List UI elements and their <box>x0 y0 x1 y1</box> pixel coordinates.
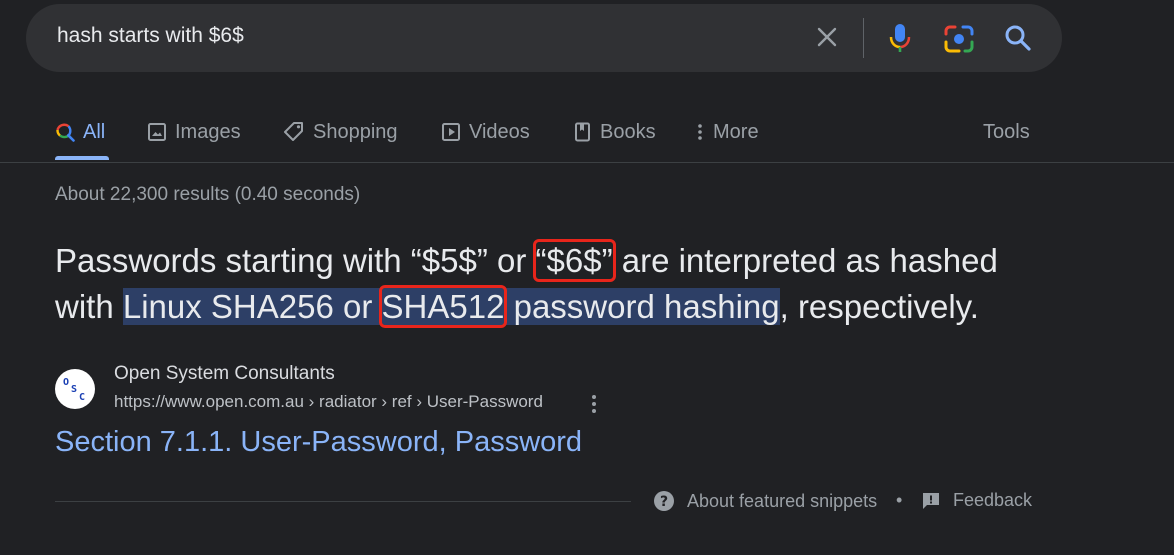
annotation-box-sha512: SHA512 <box>378 285 508 328</box>
snippet-footer-divider <box>55 501 631 502</box>
camera-lens-icon <box>944 25 974 53</box>
source-breadcrumb-url[interactable]: https://www.open.com.au › radiator › ref… <box>114 392 543 412</box>
svg-text:C: C <box>79 392 85 403</box>
play-icon <box>441 122 461 142</box>
osc-logo-icon: O S C <box>63 377 85 403</box>
feedback-icon <box>921 491 941 511</box>
clear-search-button[interactable] <box>812 22 842 52</box>
search-bar-divider <box>863 18 864 58</box>
search-bar[interactable]: hash starts with $6$ <box>26 4 1062 72</box>
tab-images[interactable]: Images <box>147 118 241 146</box>
book-icon <box>574 122 592 142</box>
site-favicon[interactable]: O S C <box>55 369 95 409</box>
vertical-dots-icon <box>592 395 596 413</box>
tab-label: Books <box>600 120 656 143</box>
tag-icon <box>283 121 305 143</box>
tab-label: All <box>83 120 106 143</box>
result-options-button[interactable] <box>586 393 602 415</box>
tab-more[interactable]: More <box>697 118 759 146</box>
voice-search-button[interactable] <box>884 20 916 56</box>
search-tabs: All Images Shopping Videos Books More To… <box>0 104 1174 162</box>
vertical-dots-icon <box>697 123 703 141</box>
svg-text:O: O <box>63 377 69 388</box>
tabs-divider <box>0 162 1174 163</box>
tab-label: Images <box>175 120 241 143</box>
snippet-highlight: Linux SHA256 or <box>122 288 382 325</box>
footer-separator: • <box>896 490 903 510</box>
tab-all[interactable]: All <box>55 118 105 146</box>
about-featured-snippets-label: About featured snippets <box>687 490 878 511</box>
snippet-highlight: password hashing <box>504 288 780 325</box>
source-site-name[interactable]: Open System Consultants <box>114 363 335 385</box>
search-icon <box>1005 25 1031 51</box>
svg-text:S: S <box>71 384 77 395</box>
google-color-search-icon <box>55 122 75 142</box>
feedback-label: Feedback <box>953 490 1033 510</box>
tab-label: Shopping <box>313 120 398 143</box>
tab-books[interactable]: Books <box>574 118 656 146</box>
active-tab-indicator <box>55 156 109 160</box>
tab-label: Videos <box>469 120 530 143</box>
close-icon <box>817 27 837 47</box>
result-title-link[interactable]: Section 7.1.1. User-Password, Password <box>55 426 582 459</box>
annotation-box-6: “$6$” <box>532 239 616 282</box>
tab-videos[interactable]: Videos <box>441 118 530 146</box>
feedback-link[interactable]: Feedback <box>921 490 1032 511</box>
tab-shopping[interactable]: Shopping <box>283 118 398 146</box>
search-button[interactable] <box>1002 22 1034 54</box>
image-icon <box>147 122 167 142</box>
result-stats: About 22,300 results (0.40 seconds) <box>55 184 361 205</box>
about-featured-snippets-link[interactable]: ? About featured snippets <box>653 490 877 512</box>
tools-button[interactable]: Tools <box>983 118 1030 146</box>
svg-text:?: ? <box>660 494 668 510</box>
snippet-text: Passwords starting with “$5$” or <box>55 242 536 279</box>
featured-snippet-text: Passwords starting with “$5$” or “$6$” a… <box>55 238 1055 330</box>
tools-label: Tools <box>983 120 1030 143</box>
snippet-text: , respectively. <box>779 288 979 325</box>
lens-search-button[interactable] <box>942 22 976 56</box>
search-input[interactable]: hash starts with $6$ <box>57 24 244 48</box>
help-icon: ? <box>653 490 675 512</box>
microphone-icon <box>889 24 911 52</box>
tab-label: More <box>713 120 759 143</box>
